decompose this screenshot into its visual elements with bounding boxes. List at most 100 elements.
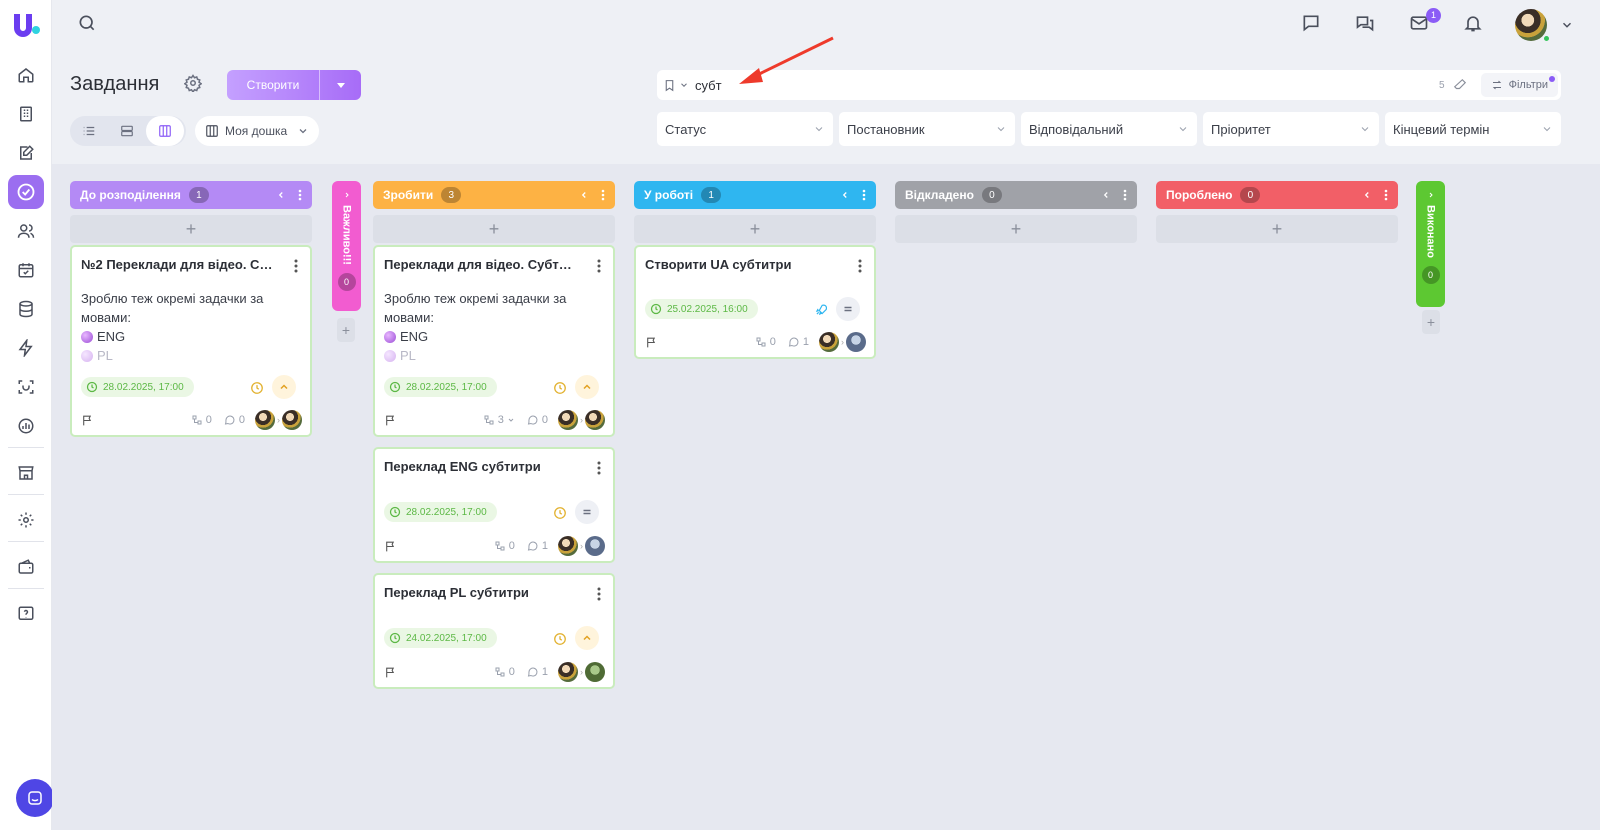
column-header-in-progress[interactable]: У роботі 1 [634,181,876,209]
column-collapsed-completed[interactable]: Виконано 0 [1416,181,1445,307]
comments-count[interactable]: 1 [527,540,548,552]
task-card[interactable]: Переклади для відео. Субтитри Зроблю теж… [373,245,615,437]
column-menu-icon[interactable] [862,189,866,201]
more-icon[interactable] [597,461,601,475]
author-avatar[interactable] [558,662,578,682]
add-task-button[interactable]: + [1422,310,1440,334]
assignee-avatar[interactable] [282,410,302,430]
wallet-icon[interactable] [8,550,44,584]
author-avatar[interactable] [558,536,578,556]
subtasks-count[interactable]: 0 [494,666,515,678]
create-dropdown-icon[interactable] [320,80,361,90]
column-collapsed-important[interactable]: Важливо!!! 0 [332,181,361,311]
column-header-done-work[interactable]: Пороблено 0 [1156,181,1398,209]
create-button[interactable]: Створити [227,70,361,100]
search-icon[interactable] [77,13,101,37]
add-task-button[interactable]: + [373,215,615,243]
kanban-view-icon[interactable] [146,116,184,146]
add-task-button[interactable]: + [1156,215,1398,243]
deadline-badge[interactable]: 25.02.2025, 16:00 [645,299,758,319]
bell-icon[interactable] [1463,13,1487,37]
status-filter[interactable]: Статус [657,112,833,146]
edit-document-icon[interactable] [8,136,44,170]
help-icon[interactable] [8,597,44,631]
users-icon[interactable] [8,214,44,248]
deadline-badge[interactable]: 24.02.2025, 17:00 [384,628,497,648]
priority-high-icon[interactable] [272,375,296,399]
author-avatar[interactable] [558,410,578,430]
shop-icon[interactable] [8,456,44,490]
collapse-column-icon[interactable] [1101,190,1111,200]
gear-icon[interactable] [184,74,204,94]
flag-icon[interactable] [384,666,397,679]
deadline-badge[interactable]: 28.02.2025, 17:00 [81,377,194,397]
column-menu-icon[interactable] [601,189,605,201]
flag-icon[interactable] [645,336,658,349]
collapse-column-icon[interactable] [579,190,589,200]
chat-icon[interactable] [1301,13,1325,37]
column-menu-icon[interactable] [1123,189,1127,201]
task-card[interactable]: Переклад ENG субтитри 28.02.2025, 17:00 … [373,447,615,563]
author-filter[interactable]: Постановник [839,112,1015,146]
database-icon[interactable] [8,292,44,326]
support-chat-button[interactable] [16,779,54,817]
assignee-filter[interactable]: Відповідальний [1021,112,1197,146]
assignee-avatar[interactable] [585,662,605,682]
more-icon[interactable] [294,259,298,273]
list-view-icon[interactable] [70,116,108,146]
rows-view-icon[interactable] [108,116,146,146]
comments-count[interactable]: 1 [527,666,548,678]
eraser-icon[interactable] [1453,78,1471,92]
deadline-filter[interactable]: Кінцевий термін [1385,112,1561,146]
board-selector[interactable]: Моя дошка [195,116,319,146]
author-avatar[interactable] [819,332,839,352]
collapse-column-icon[interactable] [276,190,286,200]
subtasks-count[interactable]: 0 [191,414,212,426]
lightning-icon[interactable] [8,331,44,365]
collapse-column-icon[interactable] [840,190,850,200]
chevron-down-icon[interactable] [1560,18,1574,32]
more-icon[interactable] [597,587,601,601]
assignee-avatar[interactable] [846,332,866,352]
subtasks-count[interactable]: 0 [755,336,776,348]
column-header-unassigned[interactable]: До розподілення 1 [70,181,312,209]
add-task-button[interactable]: + [70,215,312,243]
priority-high-icon[interactable] [575,626,599,650]
expand-column-icon[interactable] [343,191,351,199]
analytics-icon[interactable] [8,409,44,443]
priority-high-icon[interactable] [575,375,599,399]
column-menu-icon[interactable] [298,189,302,201]
column-header-postponed[interactable]: Відкладено 0 [895,181,1137,209]
deadline-badge[interactable]: 28.02.2025, 17:00 [384,377,497,397]
flag-icon[interactable] [81,414,94,427]
scan-icon[interactable] [8,370,44,404]
expand-column-icon[interactable] [1427,191,1435,199]
deadline-badge[interactable]: 28.02.2025, 17:00 [384,502,497,522]
calendar-icon[interactable] [8,253,44,287]
column-menu-icon[interactable] [1384,189,1388,201]
collapse-column-icon[interactable] [1362,190,1372,200]
add-task-button[interactable]: + [634,215,876,243]
priority-medium-icon[interactable] [575,500,599,524]
app-logo[interactable] [10,10,42,42]
tasks-icon[interactable] [8,175,44,209]
assignee-avatar[interactable] [585,536,605,556]
task-card[interactable]: Переклад PL субтитри 24.02.2025, 17:00 0… [373,573,615,689]
assignee-avatar[interactable] [585,410,605,430]
comments-count[interactable]: 0 [224,414,245,426]
home-icon[interactable] [8,58,44,92]
filters-button[interactable]: Фільтри [1480,73,1558,97]
add-task-button[interactable]: + [337,318,355,342]
task-card[interactable]: №2 Переклади для відео. Субтитри Зроблю … [70,245,312,437]
column-header-todo[interactable]: Зробити 3 [373,181,615,209]
settings-icon[interactable] [8,503,44,537]
add-task-button[interactable]: + [895,215,1137,243]
flag-icon[interactable] [384,414,397,427]
group-chat-icon[interactable] [1355,13,1379,37]
priority-medium-icon[interactable] [836,297,860,321]
task-card[interactable]: Створити UA субтитри 25.02.2025, 16:00 0… [634,245,876,359]
priority-filter[interactable]: Пріоритет [1203,112,1379,146]
comments-count[interactable]: 1 [788,336,809,348]
flag-icon[interactable] [384,540,397,553]
subtasks-count[interactable]: 0 [494,540,515,552]
